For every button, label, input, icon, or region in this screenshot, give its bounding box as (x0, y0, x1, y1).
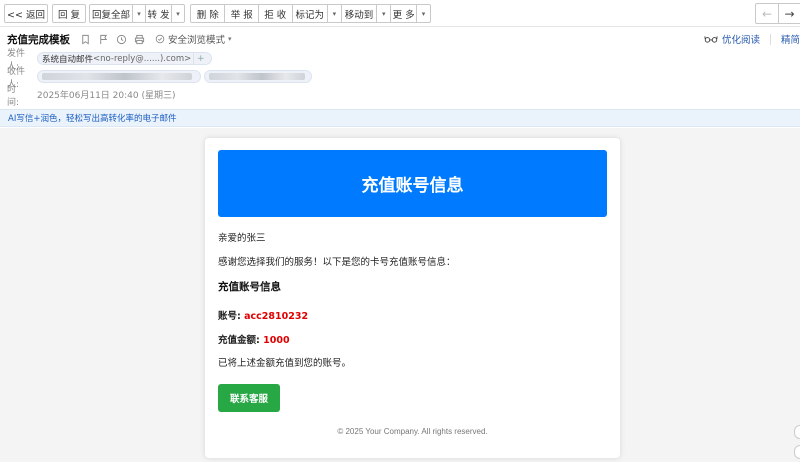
intro-text: 感谢您选择我们的服务！以下是您的卡号充值账号信息： (218, 257, 456, 268)
delete-label: 删 除 (196, 9, 219, 21)
account-value: acc2810232 (244, 311, 309, 322)
scroll-down-handle[interactable] (794, 445, 800, 459)
reply-button-label: 回 复 (57, 9, 81, 21)
action-group: 删 除 举 报 拒 收 标记为 ▾ 移动到 ▾ 更 多 ▾ (190, 4, 431, 23)
redacted-recipient (42, 73, 192, 80)
reply-all-label: 回复全部 (92, 9, 131, 21)
shield-icon (155, 34, 165, 44)
subject-icons (80, 34, 145, 45)
contact-support-label: 联系客服 (229, 394, 268, 405)
back-button[interactable]: << 返回 (4, 4, 48, 23)
section-title: 充值账号信息 (218, 281, 281, 293)
from-row: 发件人: 系统自动邮件 <no-reply@......).com> + (7, 49, 213, 72)
back-button-label: << 返回 (7, 9, 45, 21)
bookmark-icon[interactable] (80, 34, 91, 45)
amount-line: 充值金额: 1000 (218, 332, 290, 346)
mail-card: 充值账号信息 亲爱的张三 感谢您选择我们的服务！以下是您的卡号充值账号信息： 充… (205, 138, 620, 458)
recipient-chip-1[interactable] (37, 70, 201, 83)
recipient-chip-2[interactable] (204, 70, 312, 83)
scroll-up-handle[interactable] (794, 425, 800, 439)
clock-icon[interactable] (116, 34, 127, 45)
chevron-down-icon: ▾ (421, 9, 426, 18)
next-mail-button[interactable]: → (778, 4, 800, 23)
arrow-left-icon: ← (761, 6, 773, 21)
sender-name: 系统自动邮件 (42, 54, 94, 65)
safe-mode-label: 安全浏览模式 (168, 35, 226, 46)
mail-footer: © 2025 Your Company. All rights reserved… (337, 427, 488, 436)
chevron-down-icon: ▾ (228, 35, 232, 43)
ai-writing-banner[interactable]: AI写信+润色，轻松写出高转化率的电子邮件 (0, 109, 800, 127)
reject-button[interactable]: 拒 收 (258, 5, 292, 22)
amount-value: 1000 (263, 335, 290, 346)
glasses-icon (704, 36, 718, 43)
amount-label: 充值金额: (218, 335, 264, 346)
optimize-read-link[interactable]: 优化阅读 (722, 32, 760, 46)
more-label: 更 多 (392, 9, 415, 21)
move-to-dropdown[interactable]: ▾ (376, 5, 390, 22)
reply-all-dropdown[interactable]: ▾ (132, 5, 145, 22)
time-value: 2025年06月11日 20:40 (星期三) (37, 91, 176, 101)
subject-row: 充值完成模板 安全浏览模式 ▾ (7, 31, 232, 47)
more-button[interactable]: 更 多 (390, 5, 416, 22)
time-row: 时 间: 2025年06月11日 20:40 (星期三) (7, 85, 176, 108)
forward-label: 转 发 (147, 9, 170, 21)
reply-all-forward-group: 回复全部 ▾ 转 发 ▾ (89, 4, 185, 23)
redacted-recipient (209, 73, 305, 80)
mail-nav-arrows: ← → (755, 3, 800, 24)
mail-subject: 充值完成模板 (7, 33, 70, 46)
greeting: 亲爱的张三 (218, 233, 266, 244)
simplified-link[interactable]: 精简 (781, 32, 800, 46)
to-row: 收件人: (7, 67, 312, 90)
account-line: 账号: acc2810232 (218, 308, 308, 322)
safe-mode-toggle[interactable]: 安全浏览模式 ▾ (155, 32, 232, 46)
delete-button[interactable]: 删 除 (191, 5, 224, 22)
mark-as-dropdown[interactable]: ▾ (326, 5, 341, 22)
ai-writing-text: AI写信+润色，轻松写出高转化率的电子邮件 (8, 114, 177, 124)
chevron-down-icon: ▾ (176, 9, 180, 18)
note-text: 已将上述金额充值到您的账号。 (218, 358, 352, 369)
chevron-down-icon: ▾ (381, 9, 386, 18)
reply-button[interactable]: 回 复 (52, 4, 86, 23)
time-label: 时 间: (7, 84, 26, 108)
reject-label: 拒 收 (264, 9, 287, 21)
reply-all-button[interactable]: 回复全部 (90, 5, 132, 22)
reading-options: 优化阅读 精简 (704, 31, 800, 47)
mark-as-button[interactable]: 标记为 (291, 5, 327, 22)
flag-icon[interactable] (98, 34, 109, 45)
mail-toolbar: << 返回 回 复 回复全部 ▾ 转 发 ▾ 删 除 举 报 拒 收 标记为 ▾… (0, 0, 800, 27)
contact-support-button[interactable]: 联系客服 (218, 384, 280, 412)
sender-email: <no-reply@......).com> (93, 53, 192, 64)
more-dropdown[interactable]: ▾ (416, 5, 430, 22)
banner-title: 充值账号信息 (361, 176, 464, 196)
forward-dropdown[interactable]: ▾ (171, 5, 184, 22)
account-label: 账号: (218, 311, 245, 322)
prev-mail-button[interactable]: ← (756, 4, 778, 23)
mark-as-label: 标记为 (295, 9, 324, 21)
forward-button[interactable]: 转 发 (145, 5, 171, 22)
chevron-down-icon: ▾ (332, 9, 337, 18)
divider (769, 33, 771, 45)
sender-chip[interactable]: 系统自动邮件 <no-reply@......).com> + (37, 52, 213, 65)
mail-banner: 充值账号信息 (218, 150, 607, 217)
report-label: 举 报 (230, 9, 253, 21)
move-to-button[interactable]: 移动到 (340, 5, 376, 22)
arrow-right-icon: → (784, 6, 795, 21)
add-contact-icon[interactable]: + (193, 52, 207, 65)
move-to-label: 移动到 (344, 9, 374, 21)
chevron-down-icon: ▾ (137, 9, 141, 18)
report-button[interactable]: 举 报 (224, 5, 258, 22)
print-icon[interactable] (134, 34, 145, 45)
